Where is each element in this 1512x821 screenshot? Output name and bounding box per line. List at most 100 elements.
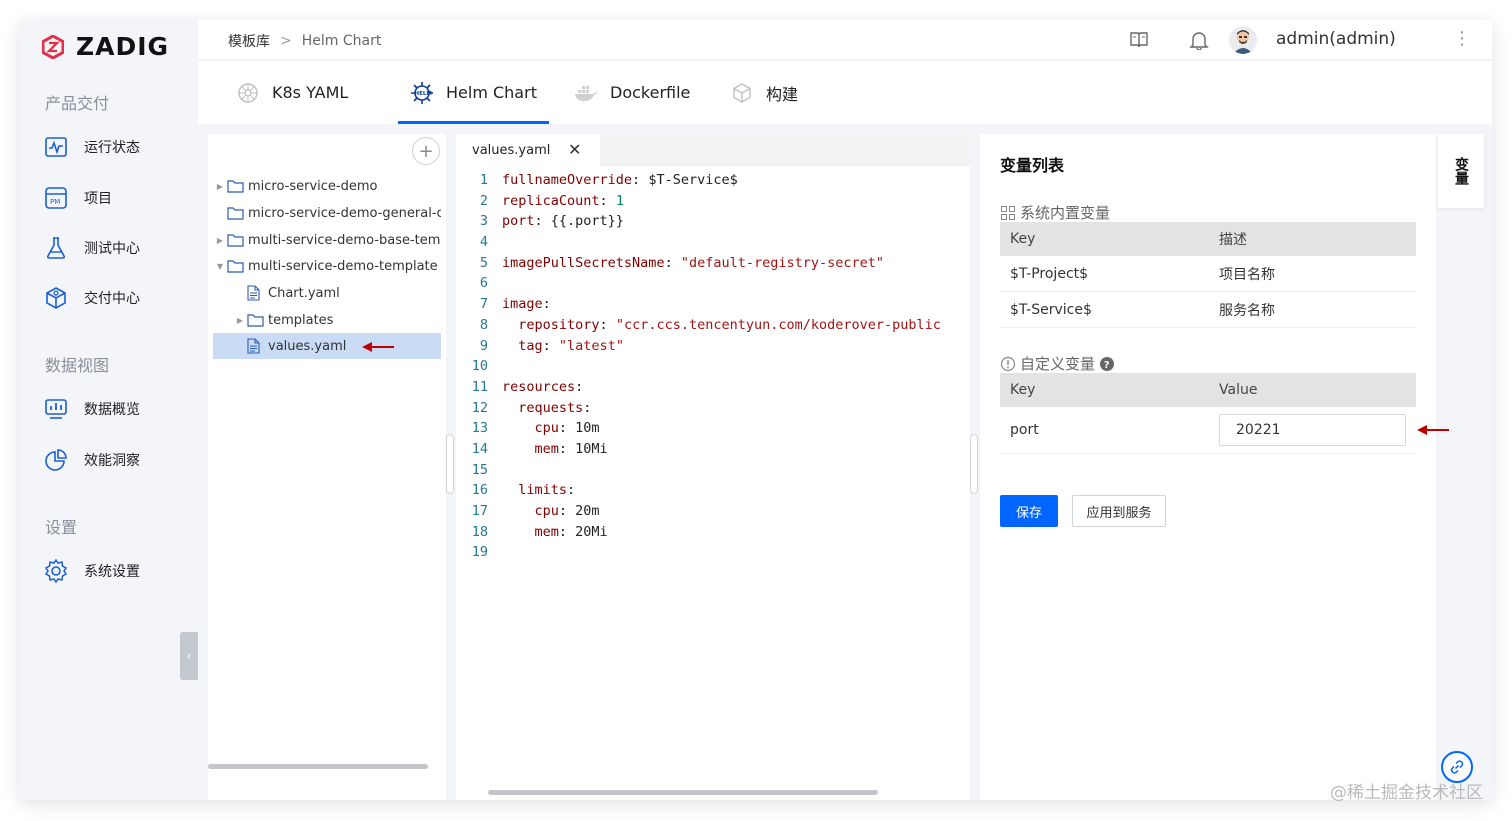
tree-item-label: micro-service-demo — [248, 178, 378, 194]
tab-k8s-yaml[interactable]: K8s YAML — [236, 61, 348, 124]
helm-icon: HELM — [410, 81, 434, 105]
add-file-button[interactable]: + — [412, 137, 440, 165]
sidebar: ZADIG 产品交付 运行状态 PM 项目 测试中心 交付中心 数据视图 数据概… — [20, 20, 198, 800]
code-token: $T-Service$ — [648, 172, 738, 188]
grid-apps-icon — [1001, 205, 1015, 220]
tree-file-row[interactable]: values.yaml — [213, 333, 441, 359]
folder-icon — [227, 178, 245, 194]
line-content: fullnameOverride: $T-Service$ — [488, 170, 970, 191]
sidebar-item-delivery-center[interactable]: 交付中心 — [44, 286, 140, 310]
sidebar-item-project[interactable]: PM 项目 — [44, 186, 112, 210]
code-line[interactable]: 19 — [456, 542, 970, 563]
tab-dockerfile[interactable]: Dockerfile — [574, 61, 690, 124]
close-icon[interactable]: ✕ — [568, 140, 581, 159]
caret-right-icon[interactable]: ▶ — [233, 316, 247, 325]
editor-horizontal-scrollbar[interactable] — [488, 790, 878, 795]
code-token: port — [502, 213, 535, 230]
code-line[interactable]: 4 — [456, 232, 970, 253]
line-content: imagePullSecretsName: "default-registry-… — [488, 253, 970, 274]
editor-tab-values-yaml[interactable]: values.yaml ✕ — [456, 134, 600, 166]
line-number: 11 — [471, 378, 488, 395]
right-resize-handle[interactable] — [970, 434, 978, 494]
caret-right-icon[interactable]: ▶ — [213, 182, 227, 191]
apply-to-service-button[interactable]: 应用到服务 — [1072, 495, 1166, 527]
line-number: 18 — [471, 523, 488, 540]
tree-folder-row[interactable]: ▶ templates — [213, 307, 441, 333]
username[interactable]: admin(admin) — [1276, 29, 1396, 49]
sidebar-item-insight[interactable]: 效能洞察 — [44, 448, 140, 472]
sidebar-item-test-center[interactable]: 测试中心 — [44, 236, 140, 260]
left-resize-handle[interactable] — [446, 434, 454, 494]
code-line[interactable]: 13 cpu: 10m — [456, 418, 970, 439]
sidebar-item-data-overview[interactable]: 数据概览 — [44, 397, 140, 421]
code-line[interactable]: 7 image: — [456, 294, 970, 315]
variables-side-tab[interactable]: 变量 — [1438, 134, 1484, 208]
save-button[interactable]: 保存 — [1000, 495, 1058, 527]
sidebar-collapse-button[interactable]: ‹ — [180, 632, 198, 680]
file-tree-panel: + ▶ micro-service-demo micro-service-demo-… — [208, 134, 446, 800]
sidebar-item-system-settings[interactable]: 系统设置 — [44, 559, 140, 583]
code-token: : — [567, 482, 576, 499]
tree-folder-row[interactable]: ▶ multi-service-demo-base-template — [213, 227, 441, 253]
cube-icon — [730, 81, 754, 105]
breadcrumb-root[interactable]: 模板库 — [228, 31, 270, 51]
code-line[interactable]: 17 cpu: 20m — [456, 501, 970, 522]
logo-text: ZADIG — [76, 32, 170, 61]
tab-helm-chart[interactable]: HELM Helm Chart — [398, 61, 549, 124]
help-icon[interactable]: ? — [1099, 356, 1115, 372]
sidebar-item-run-status[interactable]: 运行状态 — [44, 135, 140, 159]
code-area[interactable]: 1 fullnameOverride: $T-Service$ 2 replicaCo… — [456, 170, 970, 563]
code-line[interactable]: 2 replicaCount: 1 — [456, 191, 970, 212]
tree-horizontal-scrollbar[interactable] — [208, 764, 428, 769]
package-icon — [44, 286, 68, 310]
caret-down-icon[interactable]: ▼ — [213, 262, 227, 271]
folder-icon — [227, 205, 245, 221]
code-line[interactable]: 16 limits: — [456, 480, 970, 501]
tree-item-label: multi-service-demo-base-template — [248, 232, 441, 248]
tree-folder-row[interactable]: ▶ micro-service-demo — [213, 173, 441, 199]
tab-label: Dockerfile — [610, 83, 691, 102]
caret-right-icon[interactable]: ▶ — [213, 236, 227, 245]
svg-text:HELM: HELM — [415, 91, 432, 97]
logo[interactable]: ZADIG — [42, 32, 169, 61]
code-line[interactable]: 15 — [456, 460, 970, 481]
tree-folder-row[interactable]: ▼ multi-service-demo-template — [213, 253, 441, 279]
code-line[interactable]: 11 resources: — [456, 377, 970, 398]
more-vertical-icon[interactable]: ⋮ — [1453, 28, 1471, 49]
code-line[interactable]: 5 imagePullSecretsName: "default-registry… — [456, 253, 970, 274]
sidebar-item-label: 系统设置 — [84, 564, 140, 580]
bell-icon[interactable] — [1189, 30, 1209, 51]
tree-item-label: Chart.yaml — [268, 285, 340, 301]
code-token: : — [534, 213, 551, 230]
variables-title: 变量列表 — [1000, 156, 1065, 175]
code-line[interactable]: 3 port: {{.port}} — [456, 211, 970, 232]
line-number: 5 — [479, 254, 488, 271]
line-content — [488, 460, 970, 481]
code-line[interactable]: 6 — [456, 273, 970, 294]
code-line[interactable]: 14 mem: 10Mi — [456, 439, 970, 460]
tree-folder-row[interactable]: micro-service-demo-general-chart — [213, 200, 441, 226]
line-number: 2 — [479, 192, 488, 209]
code-line[interactable]: 10 — [456, 356, 970, 377]
variables-panel: 变量列表 系统内置变量 Key 描述 $T-Project$ 项目名称 $T-S… — [980, 134, 1436, 800]
code-line[interactable]: 1 fullnameOverride: $T-Service$ — [456, 170, 970, 191]
code-token: "ccr.ccs.tencentyun.com/koderover-public — [615, 316, 941, 333]
sidebar-item-label: 效能洞察 — [84, 453, 140, 469]
code-line[interactable]: 8 repository: "ccr.ccs.tencentyun.com/ko… — [456, 315, 970, 336]
tree-file-row[interactable]: Chart.yaml — [213, 280, 441, 306]
tab-build[interactable]: 构建 — [730, 61, 798, 124]
avatar[interactable] — [1229, 26, 1257, 54]
code-line[interactable]: 9 tag: "latest" — [456, 336, 970, 357]
code-line[interactable]: 12 requests: — [456, 398, 970, 419]
code-line[interactable]: 18 mem: 20Mi — [456, 522, 970, 543]
line-content: mem: 20Mi — [488, 522, 970, 543]
var-key: $T-Service$ — [1010, 301, 1092, 318]
line-content: requests: — [488, 398, 970, 419]
code-token: image — [502, 296, 543, 313]
tree-item-label: values.yaml — [268, 338, 347, 354]
port-value-input[interactable] — [1219, 414, 1406, 446]
book-icon[interactable] — [1129, 30, 1149, 50]
pie-chart-icon — [44, 448, 68, 472]
